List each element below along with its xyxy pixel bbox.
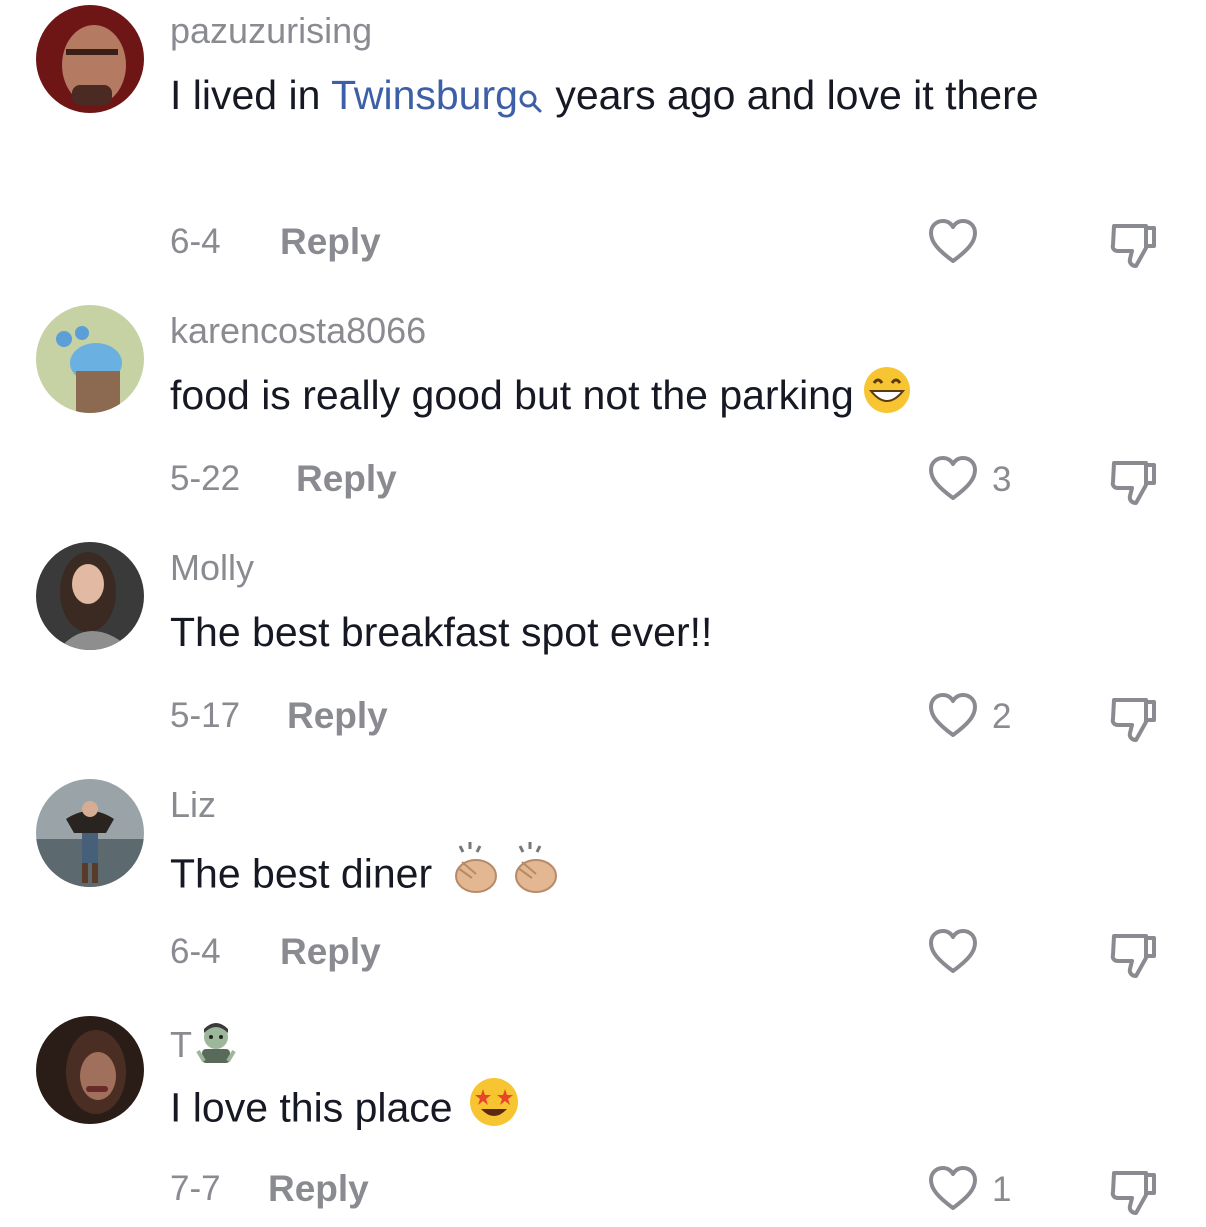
heart-icon bbox=[929, 1166, 977, 1210]
comment-date: 5-22 bbox=[170, 459, 241, 498]
reply-button[interactable]: Reply bbox=[280, 930, 381, 974]
like-count: 3 bbox=[992, 460, 1012, 499]
reply-button[interactable]: Reply bbox=[296, 457, 397, 501]
username-text: T bbox=[170, 1024, 192, 1066]
avatar[interactable] bbox=[36, 305, 144, 413]
clapping-hands-icon bbox=[446, 838, 506, 915]
comment-text: The best breakfast spot ever!! bbox=[170, 601, 1070, 663]
comment-text: I love this place bbox=[170, 1075, 1070, 1146]
like-count: 1 bbox=[992, 1170, 1012, 1209]
comment-text-part: The best diner bbox=[170, 850, 433, 897]
like-button[interactable] bbox=[928, 928, 1028, 978]
thumbs-down-icon bbox=[1110, 1171, 1156, 1215]
search-icon[interactable] bbox=[518, 70, 544, 132]
comment-text: food is really good but not the parking bbox=[170, 364, 1070, 432]
comment-date: 5-17 bbox=[170, 696, 241, 735]
dislike-button[interactable] bbox=[1108, 220, 1160, 270]
like-button[interactable]: 1 bbox=[928, 1165, 1028, 1215]
heart-icon bbox=[929, 693, 977, 737]
clapping-hands-icon bbox=[506, 838, 566, 915]
avatar[interactable] bbox=[36, 5, 144, 113]
star-struck-icon bbox=[467, 1075, 521, 1146]
comment-text: I lived in Twinsburg years ago and love … bbox=[170, 64, 1070, 132]
heart-icon bbox=[929, 219, 977, 263]
avatar[interactable] bbox=[36, 1016, 144, 1124]
zombie-icon bbox=[194, 1021, 238, 1074]
username[interactable]: T bbox=[170, 1021, 238, 1074]
heart-icon bbox=[929, 456, 977, 500]
avatar[interactable] bbox=[36, 779, 144, 887]
thumbs-down-icon bbox=[1110, 224, 1156, 268]
reply-button[interactable]: Reply bbox=[268, 1167, 369, 1211]
thumbs-down-icon bbox=[1110, 698, 1156, 742]
comment-text-part: I lived in bbox=[170, 72, 332, 118]
grinning-face-icon bbox=[862, 365, 912, 432]
username[interactable]: Molly bbox=[170, 547, 254, 589]
avatar[interactable] bbox=[36, 542, 144, 650]
username[interactable]: karencosta8066 bbox=[170, 310, 426, 352]
comment-text-part: I love this place bbox=[170, 1084, 453, 1131]
comment-date: 6-4 bbox=[170, 222, 221, 261]
thumbs-down-icon bbox=[1110, 461, 1156, 505]
reply-button[interactable]: Reply bbox=[287, 694, 388, 738]
username[interactable]: Liz bbox=[170, 784, 216, 826]
dislike-button[interactable] bbox=[1108, 457, 1160, 507]
comment-date: 7-7 bbox=[170, 1169, 221, 1208]
like-button[interactable]: 2 bbox=[928, 692, 1028, 742]
reply-button[interactable]: Reply bbox=[280, 220, 381, 264]
search-link[interactable]: Twinsburg bbox=[331, 72, 518, 118]
like-button[interactable]: 3 bbox=[928, 455, 1028, 505]
comment-text: The best diner bbox=[170, 838, 1070, 915]
comment-text-part: years ago and love it there bbox=[543, 72, 1039, 118]
like-count: 2 bbox=[992, 697, 1012, 736]
dislike-button[interactable] bbox=[1108, 1167, 1160, 1217]
dislike-button[interactable] bbox=[1108, 694, 1160, 744]
dislike-button[interactable] bbox=[1108, 930, 1160, 980]
username[interactable]: pazuzurising bbox=[170, 10, 372, 52]
comment-date: 6-4 bbox=[170, 932, 221, 971]
comment-text-part: The best breakfast spot ever!! bbox=[170, 609, 713, 655]
heart-icon bbox=[929, 929, 977, 973]
like-button[interactable] bbox=[928, 218, 1028, 268]
comment-text-part: food is really good but not the parking bbox=[170, 372, 854, 418]
thumbs-down-icon bbox=[1110, 934, 1156, 978]
